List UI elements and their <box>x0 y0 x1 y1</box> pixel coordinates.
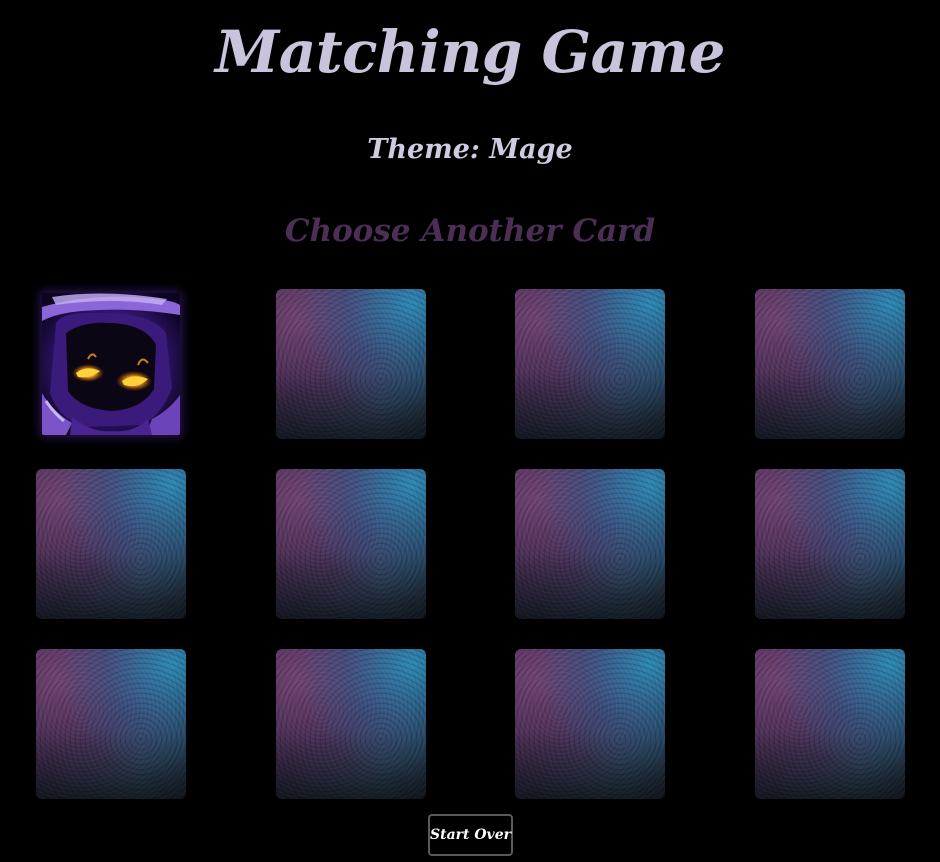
card-revealed[interactable] <box>42 293 180 435</box>
card-face-down[interactable] <box>755 649 905 799</box>
card-face-down[interactable] <box>755 469 905 619</box>
status-prompt: Choose Another Card <box>284 213 656 249</box>
card-face-down[interactable] <box>515 289 665 439</box>
card-face-down[interactable] <box>36 469 186 619</box>
card-face-down[interactable] <box>276 289 426 439</box>
card-face-down[interactable] <box>515 469 665 619</box>
game-title: Matching Game <box>215 18 725 86</box>
card-face-down[interactable] <box>36 649 186 799</box>
theme-label: Theme: Mage <box>367 134 573 165</box>
mage-hooded-icon <box>42 293 180 435</box>
card-face-down[interactable] <box>755 289 905 439</box>
card-face-down[interactable] <box>515 649 665 799</box>
card-face-down[interactable] <box>276 469 426 619</box>
start-over-button[interactable]: Start Over <box>428 814 513 856</box>
card-face-down[interactable] <box>276 649 426 799</box>
card-board <box>36 289 905 799</box>
